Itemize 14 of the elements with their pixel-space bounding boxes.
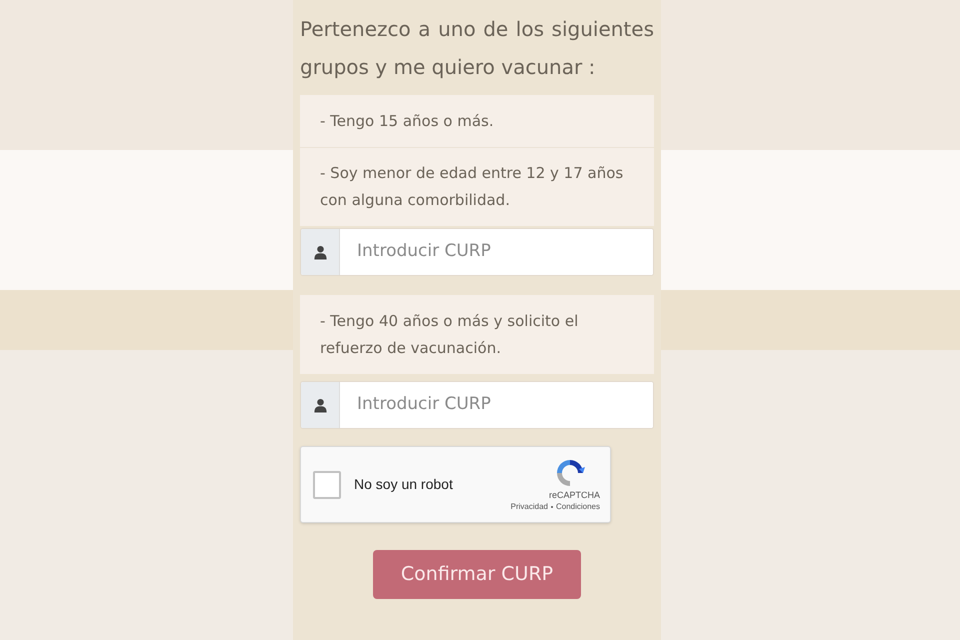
option-text: - Tengo 15 años o más.	[319, 111, 495, 132]
curp-input[interactable]: Introducir CURP	[300, 381, 654, 429]
user-icon	[301, 229, 340, 275]
footer-link[interactable]: Condiciones	[556, 501, 600, 512]
recaptcha-logo-icon	[554, 457, 586, 489]
curp-input[interactable]: Introducir CURP	[300, 228, 654, 276]
user-icon	[301, 382, 340, 428]
footer-link[interactable]: Privacidad	[510, 501, 548, 512]
recaptcha-brand: reCAPTCHA	[548, 489, 600, 501]
option-text: - Soy menor de edad entre 12 y 17 años con alguna comorbilidad.	[300, 147, 654, 226]
captcha-label: No soy un robot	[354, 475, 453, 494]
captcha-checkbox[interactable]	[313, 470, 341, 498]
option-text: - Tengo 40 años o más y solicito el refuerzo de vacunación.	[319, 311, 580, 359]
heading: Pertenezco a uno de los siguientes grupos y me quiero vacunar :	[300, 16, 654, 81]
